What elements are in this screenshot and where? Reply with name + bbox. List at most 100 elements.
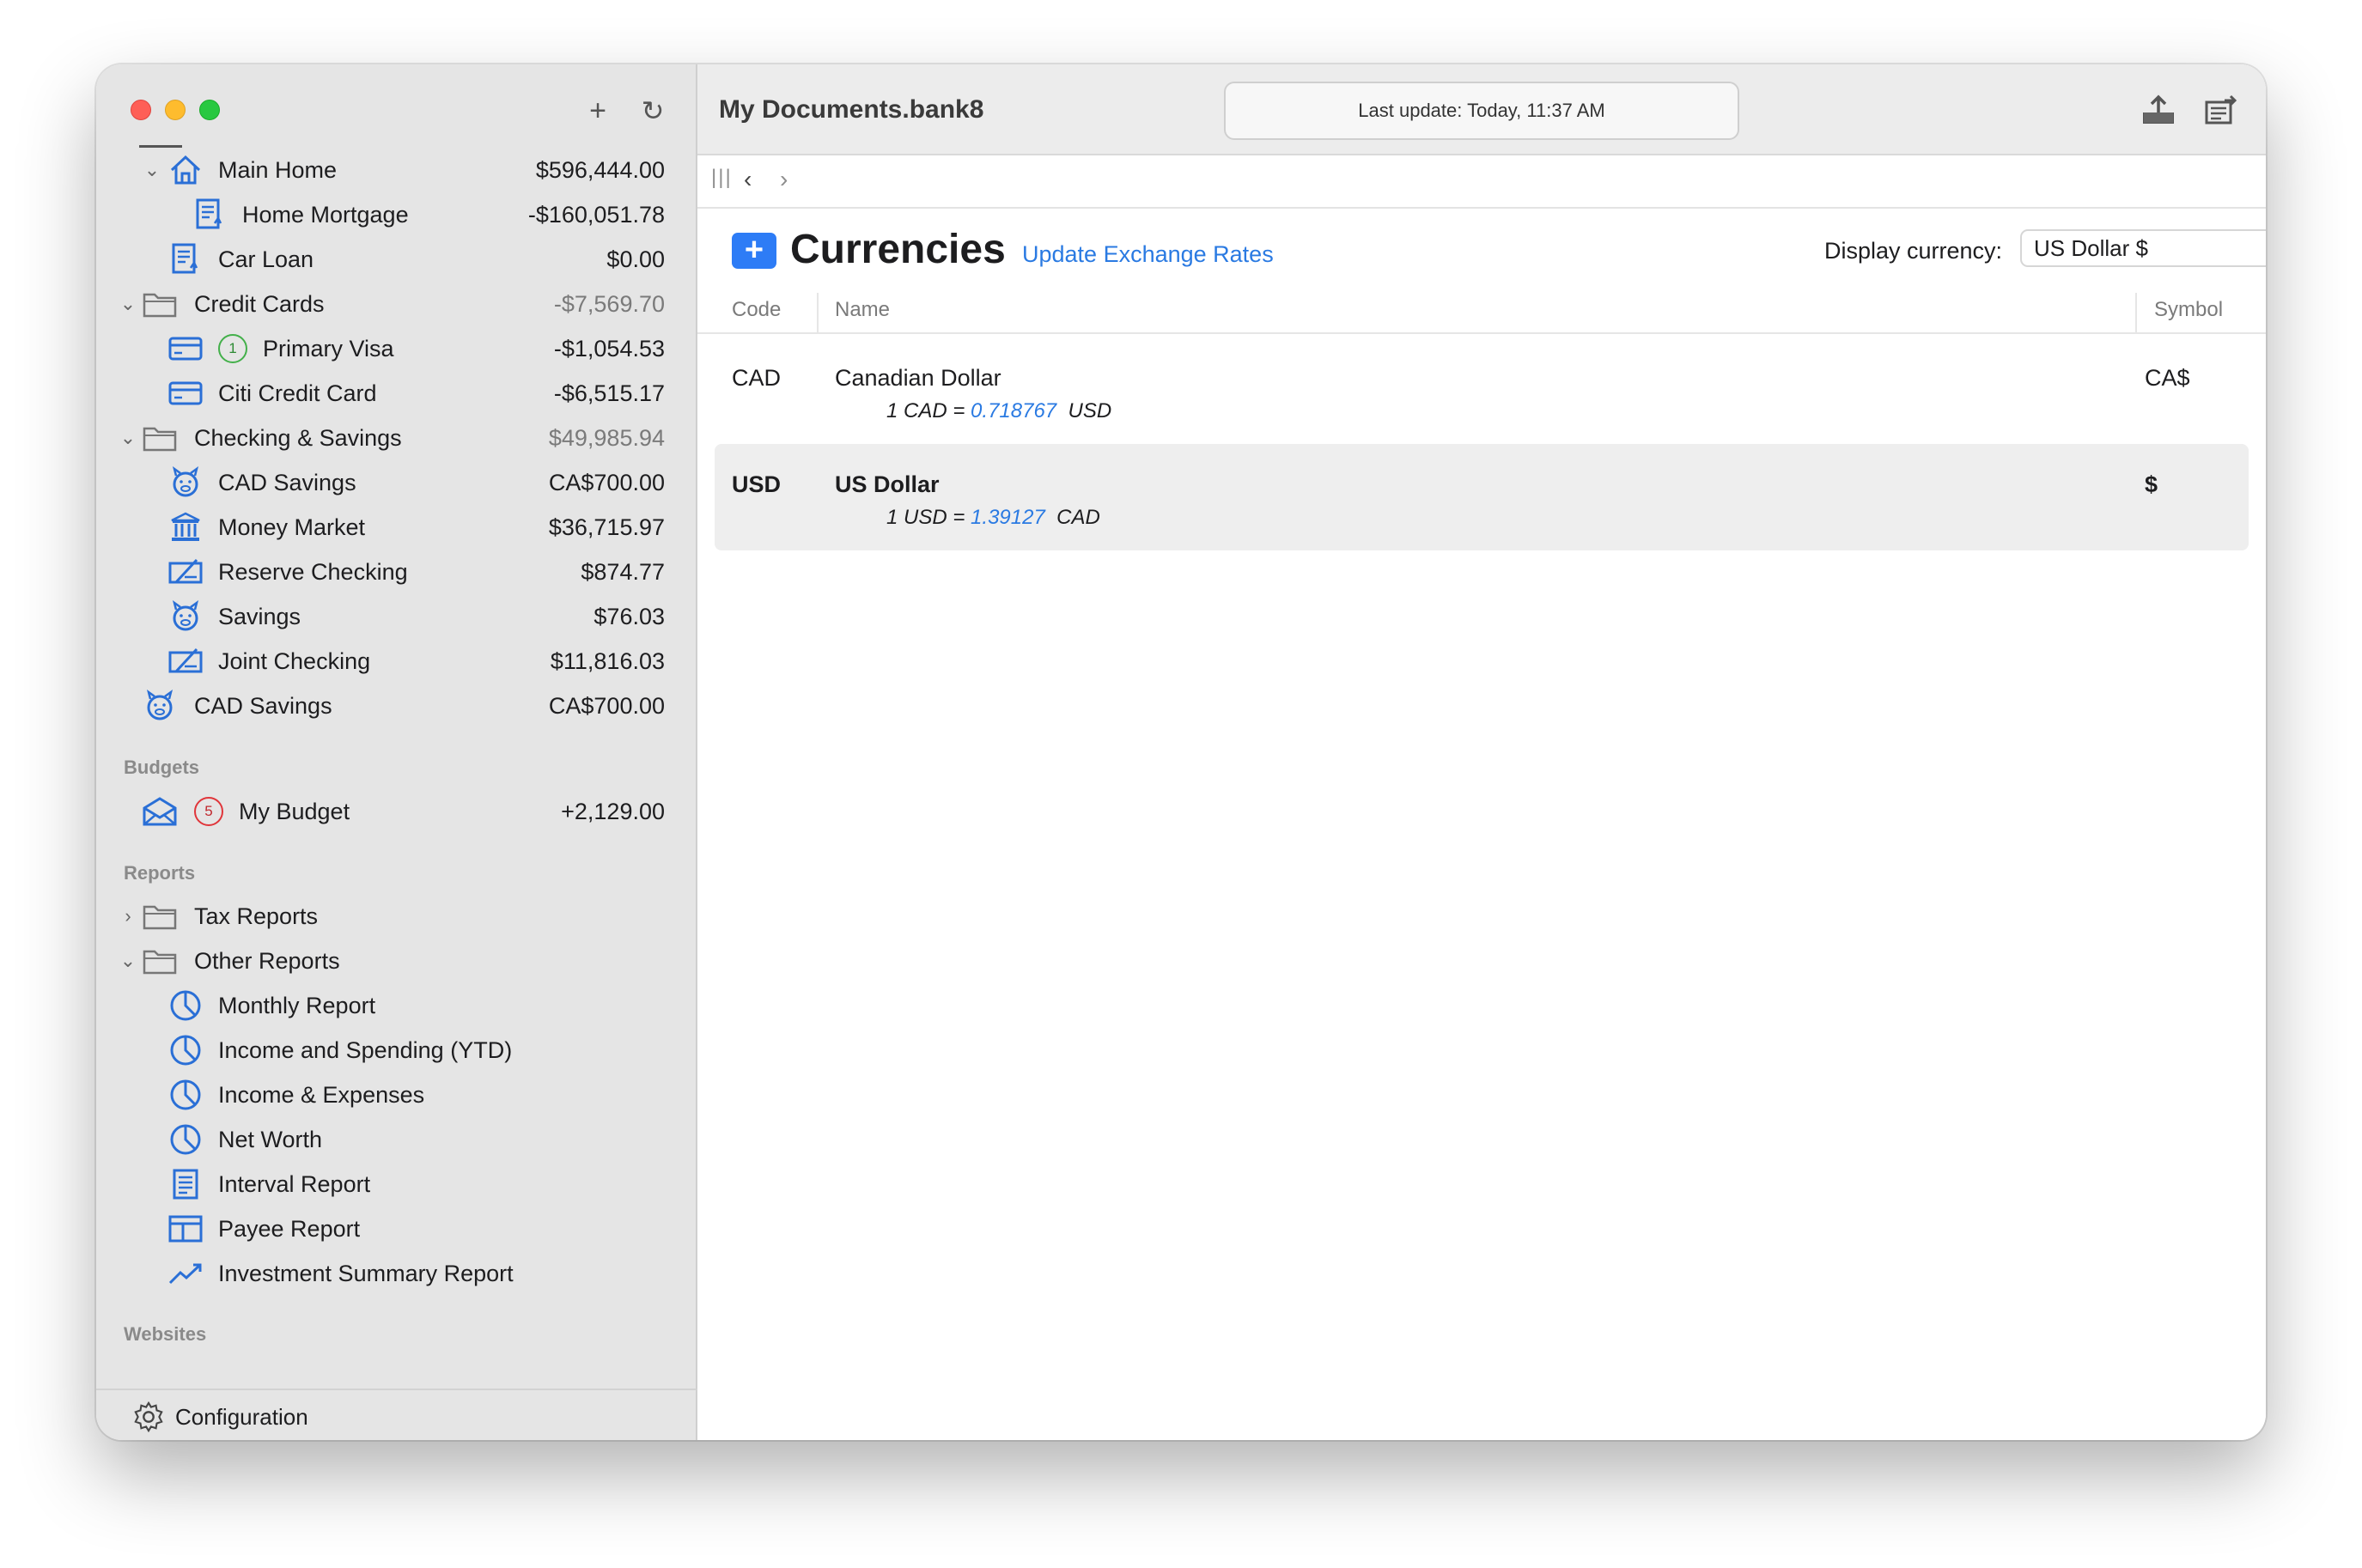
minimize-window-button[interactable]: [165, 100, 186, 120]
report-export-icon[interactable]: [2202, 94, 2238, 128]
column-divider[interactable]: [817, 293, 819, 332]
sidebar-item-net-worth[interactable]: Net Worth: [96, 1117, 697, 1162]
account-balance: $0.00: [606, 246, 665, 272]
back-arrow-icon[interactable]: ‹: [744, 166, 752, 193]
sidebar-item-savings[interactable]: Savings $76.03: [96, 594, 697, 639]
sidebar-item-interval-report[interactable]: Interval Report: [96, 1162, 697, 1206]
rate-value[interactable]: 0.718767: [971, 399, 1056, 422]
currency-code: USD: [732, 471, 782, 497]
checkbook-icon: [167, 553, 204, 591]
chevron-down-icon[interactable]: ⌄: [117, 427, 139, 449]
piggy-bank-icon: [141, 687, 179, 725]
sidebar-item-monthly-report[interactable]: Monthly Report: [96, 983, 697, 1028]
sidebar-item-label: Tax Reports: [194, 903, 319, 929]
page-title: Currencies: [790, 227, 1006, 272]
sidebar-item-income-expenses[interactable]: Income & Expenses: [96, 1073, 697, 1117]
sidebar-item-label: Citi Credit Card: [218, 380, 377, 406]
sidebar-item-label: Main Home: [218, 156, 338, 183]
sidebar-item-label: My Budget: [239, 798, 350, 824]
currency-symbol: CA$: [2145, 365, 2190, 391]
folder-icon: [141, 419, 179, 457]
chevron-right-icon[interactable]: ›: [117, 905, 139, 927]
sidebar-item-investment-summary[interactable]: Investment Summary Report: [96, 1251, 697, 1296]
budget-amount: +2,129.00: [561, 798, 665, 824]
toolbar: My Documents.bank8 Last update: Today, 1…: [697, 64, 2266, 155]
sidebar-group-tax-reports[interactable]: › Tax Reports: [96, 894, 697, 939]
zoom-window-button[interactable]: [199, 100, 220, 120]
rate-prefix: 1 CAD =: [886, 399, 971, 422]
update-exchange-rates-link[interactable]: Update Exchange Rates: [1022, 241, 1274, 268]
house-icon: [167, 151, 204, 189]
badge-count: 5: [194, 797, 223, 826]
document-title: My Documents.bank8: [719, 95, 984, 124]
forward-arrow-icon[interactable]: ›: [780, 166, 788, 193]
currency-symbol: $: [2145, 471, 2158, 497]
group-balance: -$7,569.70: [553, 290, 665, 317]
sidebar-item-label: Payee Report: [218, 1215, 361, 1242]
account-balance: CA$700.00: [548, 469, 665, 495]
table-row[interactable]: CAD Canadian Dollar 1 CAD = 0.718767 USD…: [715, 337, 2249, 444]
chevron-down-icon[interactable]: ⌄: [117, 293, 139, 315]
sidebar-item-main-home[interactable]: ⌄ Main Home $596,444.00: [96, 148, 697, 192]
main-content: My Documents.bank8 Last update: Today, 1…: [697, 64, 2266, 1440]
account-balance: $76.03: [594, 603, 665, 629]
chevron-down-icon[interactable]: ⌄: [117, 950, 139, 972]
section-heading-budgets: Budgets: [124, 757, 199, 778]
account-balance: -$160,051.78: [527, 201, 665, 228]
currency-name: Canadian Dollar: [835, 365, 1001, 391]
sidebar-item-income-spending[interactable]: Income and Spending (YTD): [96, 1028, 697, 1073]
badge-count: 1: [218, 334, 247, 363]
section-heading-websites: Websites: [124, 1323, 207, 1345]
folder-icon: [141, 285, 179, 323]
sidebar-item-label: Joint Checking: [218, 647, 371, 674]
sidebar-item-joint-checking[interactable]: Joint Checking $11,816.03: [96, 639, 697, 684]
sidebar-item-citi-credit-card[interactable]: Citi Credit Card -$6,515.17: [96, 371, 697, 416]
table-row[interactable]: USD US Dollar 1 USD = 1.39127 CAD $: [715, 444, 2249, 550]
folder-icon: [141, 897, 179, 935]
report-document-icon: [167, 1165, 204, 1203]
sidebar-item-label: Investment Summary Report: [218, 1260, 514, 1286]
loan-document-icon: [167, 240, 204, 278]
add-account-button[interactable]: +: [582, 95, 613, 126]
column-header-symbol[interactable]: Symbol: [2154, 298, 2223, 322]
account-balance: $596,444.00: [535, 156, 665, 183]
share-export-icon[interactable]: [2140, 94, 2176, 128]
pie-chart-icon: [167, 987, 204, 1024]
sidebar-item-reserve-checking[interactable]: Reserve Checking $874.77: [96, 550, 697, 594]
account-balance: $36,715.97: [548, 514, 665, 540]
envelope-icon: [141, 793, 179, 830]
rate-value[interactable]: 1.39127: [971, 506, 1045, 529]
sidebar-item-payee-report[interactable]: Payee Report: [96, 1206, 697, 1251]
chevron-down-icon[interactable]: ⌄: [141, 159, 163, 181]
sidebar-item-car-loan[interactable]: Car Loan $0.00: [96, 237, 697, 282]
close-window-button[interactable]: [131, 100, 151, 120]
sidebar-toggle-icon[interactable]: |||: [711, 166, 733, 190]
sidebar-item-cad-savings[interactable]: CAD Savings CA$700.00: [96, 460, 697, 505]
add-currency-button[interactable]: +: [732, 233, 776, 269]
sidebar-item-money-market[interactable]: Money Market $36,715.97: [96, 505, 697, 550]
refresh-icon[interactable]: ↻: [637, 95, 668, 126]
account-balance: CA$700.00: [548, 692, 665, 719]
rate-prefix: 1 USD =: [886, 506, 971, 529]
folder-icon: [141, 942, 179, 980]
sidebar-item-primary-visa[interactable]: 1 Primary Visa -$1,054.53: [96, 326, 697, 371]
rate-suffix: USD: [1056, 399, 1112, 422]
column-header-code[interactable]: Code: [732, 298, 781, 322]
sidebar-group-credit-cards[interactable]: ⌄ Credit Cards -$7,569.70: [96, 282, 697, 326]
display-currency-label: Display currency:: [1824, 238, 2003, 264]
app-window: + ↻ ⌄ Main Home $596,444.00 Home Mortgag…: [96, 64, 2266, 1440]
sidebar-item-my-budget[interactable]: 5 My Budget +2,129.00: [96, 789, 697, 834]
display-currency-select[interactable]: US Dollar $ ▲▼: [2020, 229, 2266, 267]
sidebar-group-checking-savings[interactable]: ⌄ Checking & Savings $49,985.94: [96, 416, 697, 460]
sidebar-item-label: CAD Savings: [194, 692, 332, 719]
sidebar-item-label: Home Mortgage: [242, 201, 409, 228]
sidebar-item-label: Net Worth: [218, 1126, 323, 1152]
column-divider[interactable]: [2135, 293, 2137, 332]
sidebar-item-home-mortgage[interactable]: Home Mortgage -$160,051.78: [96, 192, 697, 237]
sidebar-footer[interactable]: Configuration: [96, 1389, 697, 1440]
sidebar-item-label: Car Loan: [218, 246, 314, 272]
gear-icon: [134, 1401, 163, 1433]
column-header-name[interactable]: Name: [835, 298, 890, 322]
sidebar-group-other-reports[interactable]: ⌄ Other Reports: [96, 939, 697, 983]
sidebar-item-cad-savings-2[interactable]: CAD Savings CA$700.00: [96, 684, 697, 728]
